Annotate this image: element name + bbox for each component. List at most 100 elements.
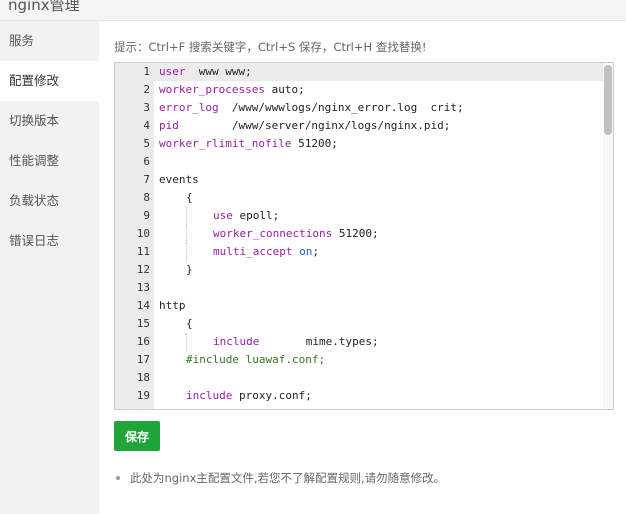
line-number: 4 xyxy=(143,119,150,132)
code-token: #include luawaf.conf; xyxy=(186,353,326,366)
code-line[interactable]: 12} xyxy=(115,261,603,279)
code-line[interactable]: 17 #include luawaf.conf; xyxy=(115,351,603,369)
code-token: pid xyxy=(159,119,179,132)
line-number: 12 xyxy=(136,263,150,276)
save-button[interactable]: 保存 xyxy=(114,421,160,451)
code-token: proxy.conf; xyxy=(232,389,312,402)
code-text[interactable]: include mime.types; xyxy=(159,333,379,351)
line-number: 9 xyxy=(143,209,150,222)
code-line[interactable]: 16 include mime.types; xyxy=(115,333,603,351)
code-line[interactable]: 6 xyxy=(115,153,603,171)
scrollbar-thumb[interactable] xyxy=(604,65,612,135)
code-token: auto; xyxy=(264,83,305,96)
code-line[interactable]: 9 use epoll; xyxy=(115,207,603,225)
code-token: 51200; xyxy=(291,137,338,150)
code-line[interactable]: 4 pid /www/server/nginx/logs/nginx.pid; xyxy=(115,117,603,135)
code-editor[interactable]: 1 user www www; 2 worker_processes auto; 3 er… xyxy=(114,62,614,410)
line-number: 10 xyxy=(136,227,150,240)
code-text[interactable]: multi_accept on; xyxy=(159,243,319,261)
line-number: 5 xyxy=(143,137,150,150)
code-text[interactable]: user www www; xyxy=(159,63,252,81)
code-text[interactable]: worker_processes auto; xyxy=(159,81,305,99)
code-text[interactable]: { xyxy=(159,315,193,333)
code-token: /www/server/nginx/logs/nginx.pid; xyxy=(178,119,451,132)
code-line[interactable]: 20 xyxy=(115,405,603,409)
code-token: use xyxy=(213,209,233,222)
code-text[interactable]: http xyxy=(159,297,186,315)
code-token: include xyxy=(213,335,260,348)
indent-guide xyxy=(159,189,186,207)
line-number: 3 xyxy=(143,101,150,114)
code-line[interactable]: 2 worker_processes auto; xyxy=(115,81,603,99)
code-line[interactable]: 10 worker_connections 51200; xyxy=(115,225,603,243)
line-number: 18 xyxy=(136,371,150,384)
window-title: nginx管理 xyxy=(8,0,80,14)
code-text[interactable]: use epoll; xyxy=(159,207,279,225)
code-token: user xyxy=(159,65,186,78)
code-text[interactable]: events xyxy=(159,171,199,189)
config-warning-note: 此处为nginx主配置文件,若您不了解配置规则,请勿随意修改。 xyxy=(114,470,445,486)
code-text[interactable]: include proxy.conf; xyxy=(159,387,312,405)
code-line[interactable]: 13 xyxy=(115,279,603,297)
code-line[interactable]: 1 user www www; xyxy=(115,63,603,81)
code-line[interactable]: 18 xyxy=(115,369,603,387)
code-text[interactable]: worker_rlimit_nofile 51200; xyxy=(159,135,338,153)
sidebar-item-load-status[interactable]: 负载状态 xyxy=(0,181,99,221)
line-number: 20 xyxy=(115,405,150,409)
indent-guide xyxy=(186,333,213,351)
code-text[interactable]: } xyxy=(159,261,193,279)
indent-guide xyxy=(159,387,186,405)
line-number: 2 xyxy=(143,83,150,96)
editor-scrollbar[interactable] xyxy=(603,63,613,409)
code-token: worker_rlimit_nofile xyxy=(159,137,292,150)
code-text[interactable]: pid /www/server/nginx/logs/nginx.pid; xyxy=(159,117,450,135)
code-token: mime.types; xyxy=(259,335,379,348)
code-token: error_log xyxy=(159,101,219,114)
indent-guide xyxy=(186,243,213,261)
code-token: } xyxy=(186,263,193,276)
indent-guide xyxy=(159,315,186,333)
code-token: /www/wwwlogs/nginx_error.log crit; xyxy=(218,101,464,114)
indent-guide xyxy=(159,351,186,369)
code-token: http xyxy=(159,299,186,312)
line-number: 19 xyxy=(136,389,150,402)
line-number: 7 xyxy=(143,173,150,186)
line-number: 11 xyxy=(136,245,150,258)
sidebar-item-error-log[interactable]: 错误日志 xyxy=(0,221,99,261)
code-text[interactable]: { xyxy=(159,189,193,207)
sidebar: 服务 配置修改 切换版本 性能调整 负载状态 错误日志 xyxy=(0,21,99,514)
code-token: on xyxy=(299,245,313,258)
code-token: www www; xyxy=(185,65,252,78)
code-line[interactable]: 15 { xyxy=(115,315,603,333)
line-number: 6 xyxy=(143,155,150,168)
sidebar-item-config-edit[interactable]: 配置修改 xyxy=(0,61,99,101)
sidebar-item-performance[interactable]: 性能调整 xyxy=(0,141,99,181)
bullet-icon xyxy=(116,476,120,480)
code-token: worker_connections xyxy=(213,227,333,240)
line-number: 17 xyxy=(136,353,150,366)
line-number: 16 xyxy=(136,335,150,348)
sidebar-item-service[interactable]: 服务 xyxy=(0,21,99,61)
indent-guide xyxy=(159,261,186,279)
line-number: 1 xyxy=(143,65,150,78)
code-token: epoll; xyxy=(232,209,280,222)
code-line[interactable]: 5 worker_rlimit_nofile 51200; xyxy=(115,135,603,153)
indent-guide xyxy=(159,243,186,261)
code-line[interactable]: 3 error_log /www/wwwlogs/nginx_error.log … xyxy=(115,99,603,117)
code-text[interactable]: error_log /www/wwwlogs/nginx_error.log c… xyxy=(159,99,464,117)
code-line[interactable]: 8{ xyxy=(115,189,603,207)
shortcut-tip: 提示：Ctrl+F 搜索关键字，Ctrl+S 保存，Ctrl+H 查找替换! xyxy=(114,40,427,54)
line-number: 14 xyxy=(136,299,150,312)
sidebar-item-switch-version[interactable]: 切换版本 xyxy=(0,101,99,141)
code-line[interactable]: 14 http xyxy=(115,297,603,315)
indent-guide xyxy=(159,207,186,225)
line-number: 8 xyxy=(143,191,150,204)
indent-guide xyxy=(159,225,186,243)
code-text[interactable]: #include luawaf.conf; xyxy=(159,351,325,369)
code-line[interactable]: 7 events xyxy=(115,171,603,189)
editor-lines[interactable]: 1 user www www; 2 worker_processes auto; 3 er… xyxy=(115,63,603,409)
code-line[interactable]: 19 include proxy.conf; xyxy=(115,387,603,405)
code-line[interactable]: 11 multi_accept on; xyxy=(115,243,603,261)
config-warning-text: 此处为nginx主配置文件,若您不了解配置规则,请勿随意修改。 xyxy=(130,471,446,485)
code-text[interactable]: worker_connections 51200; xyxy=(159,225,379,243)
